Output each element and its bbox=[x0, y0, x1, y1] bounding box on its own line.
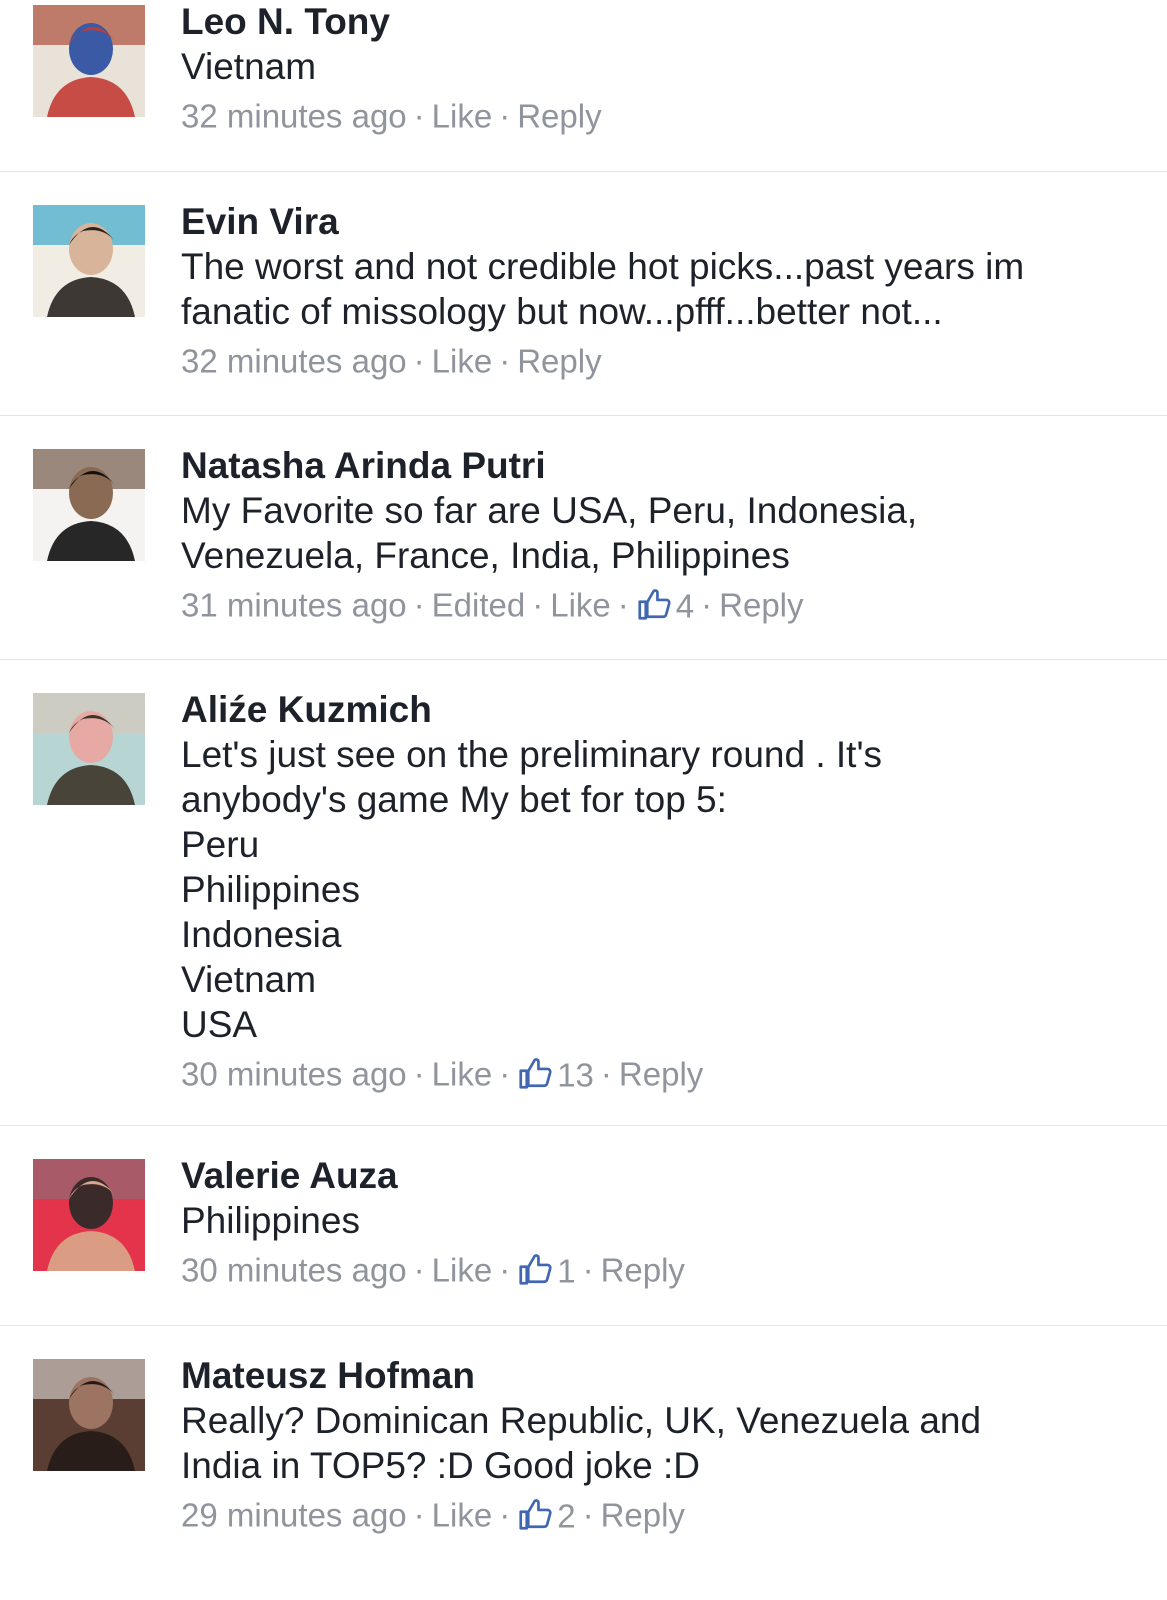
thumbs-up-icon bbox=[519, 1499, 552, 1531]
avatar[interactable] bbox=[33, 1359, 145, 1471]
comment-timestamp[interactable]: 31 minutes ago bbox=[181, 586, 407, 623]
comment-body: Natasha Arinda Putri My Favorite so far a… bbox=[181, 444, 1137, 631]
commenter-name[interactable]: Mateusz Hofman bbox=[181, 1354, 1137, 1398]
comment-body: Valerie Auza Philippines 30 minutes ago · Li… bbox=[181, 1154, 1137, 1296]
like-count[interactable]: 2 bbox=[517, 1495, 576, 1535]
like-link[interactable]: Like bbox=[432, 97, 493, 134]
comment-timestamp[interactable]: 30 minutes ago bbox=[181, 1055, 407, 1092]
avatar[interactable] bbox=[33, 693, 145, 805]
comment-timestamp[interactable]: 29 minutes ago bbox=[181, 1496, 407, 1533]
reply-link[interactable]: Reply bbox=[601, 1251, 685, 1288]
separator-dot: · bbox=[413, 342, 425, 380]
like-count[interactable]: 13 bbox=[517, 1054, 594, 1094]
commenter-name[interactable]: Natasha Arinda Putri bbox=[181, 444, 1137, 488]
reply-link[interactable]: Reply bbox=[601, 1496, 685, 1533]
like-link[interactable]: Like bbox=[432, 1055, 493, 1092]
like-count-value: 1 bbox=[557, 1252, 576, 1290]
reply-link[interactable]: Reply bbox=[619, 1055, 703, 1092]
comment-item: Evin Vira The worst and not credible hot … bbox=[0, 172, 1167, 416]
like-count[interactable]: 4 bbox=[636, 585, 695, 625]
like-link[interactable]: Like bbox=[432, 1496, 493, 1533]
reply-link[interactable]: Reply bbox=[719, 586, 803, 623]
separator-dot: · bbox=[600, 1055, 612, 1093]
separator-dot: · bbox=[582, 1251, 594, 1289]
thumbs-up-icon bbox=[519, 1254, 552, 1286]
comment-body: Aliźe Kuzmich Let's just see on the preli… bbox=[181, 688, 1137, 1100]
comment-list: Leo N. Tony Vietnam 32 minutes ago · Like · Re… bbox=[0, 0, 1167, 1600]
avatar[interactable] bbox=[33, 205, 145, 317]
separator-dot: · bbox=[499, 97, 511, 135]
like-count-value: 4 bbox=[675, 587, 695, 625]
thumbs-up-icon bbox=[638, 589, 671, 621]
like-link[interactable]: Like bbox=[432, 342, 493, 379]
separator-dot: · bbox=[413, 97, 425, 135]
reply-link[interactable]: Reply bbox=[517, 97, 601, 134]
comment-body: Leo N. Tony Vietnam 32 minutes ago · Like · Re… bbox=[181, 0, 1137, 141]
separator-dot: · bbox=[701, 586, 713, 624]
comment-body: Mateusz Hofman Really? Dominican Republic… bbox=[181, 1354, 1137, 1541]
avatar[interactable] bbox=[33, 449, 145, 561]
comment-body: Evin Vira The worst and not credible hot … bbox=[181, 200, 1137, 386]
separator-dot: · bbox=[413, 1055, 425, 1093]
comment-text: Let's just see on the preliminary round … bbox=[181, 734, 883, 1045]
commenter-name[interactable]: Valerie Auza bbox=[181, 1154, 1137, 1198]
commenter-name[interactable]: Evin Vira bbox=[181, 200, 1137, 244]
separator-dot: · bbox=[413, 1496, 425, 1534]
separator-dot: · bbox=[499, 342, 511, 380]
separator-dot: · bbox=[499, 1251, 511, 1289]
separator-dot: · bbox=[617, 586, 629, 624]
comment-meta: 32 minutes ago · Like · Reply bbox=[181, 89, 1137, 141]
comment-text: My Favorite so far are USA, Peru, Indone… bbox=[181, 490, 918, 576]
comment-meta: 30 minutes ago · Like · 13 · Reply bbox=[181, 1047, 1137, 1100]
like-count[interactable]: 1 bbox=[517, 1250, 576, 1290]
comment-meta: 29 minutes ago · Like · 2 · Reply bbox=[181, 1488, 1137, 1541]
comment-item: Mateusz Hofman Really? Dominican Republic… bbox=[0, 1326, 1167, 1600]
comment-item: Valerie Auza Philippines 30 minutes ago · Li… bbox=[0, 1126, 1167, 1326]
comment-text: Vietnam bbox=[181, 46, 317, 87]
like-count-value: 2 bbox=[557, 1497, 576, 1535]
thumbs-up-icon bbox=[519, 1058, 552, 1090]
like-count-value: 13 bbox=[557, 1056, 594, 1094]
comment-item: Leo N. Tony Vietnam 32 minutes ago · Like · Re… bbox=[0, 0, 1167, 172]
separator-dot: · bbox=[413, 1251, 425, 1289]
separator-dot: · bbox=[532, 586, 544, 624]
reply-link[interactable]: Reply bbox=[517, 342, 601, 379]
edited-label[interactable]: Edited bbox=[432, 586, 526, 623]
comment-text: Really? Dominican Republic, UK, Venezuel… bbox=[181, 1400, 982, 1486]
comment-text: The worst and not credible hot picks...p… bbox=[181, 246, 1025, 332]
like-link[interactable]: Like bbox=[432, 1251, 493, 1288]
avatar[interactable] bbox=[33, 1159, 145, 1271]
comment-item: Natasha Arinda Putri My Favorite so far a… bbox=[0, 416, 1167, 660]
separator-dot: · bbox=[413, 586, 425, 624]
like-link[interactable]: Like bbox=[550, 586, 611, 623]
comment-meta: 31 minutes ago · Edited · Like · 4 · Reply bbox=[181, 578, 1137, 631]
commenter-name[interactable]: Aliźe Kuzmich bbox=[181, 688, 1137, 732]
comment-timestamp[interactable]: 30 minutes ago bbox=[181, 1251, 407, 1288]
comment-timestamp[interactable]: 32 minutes ago bbox=[181, 97, 407, 134]
avatar[interactable] bbox=[33, 5, 145, 117]
comment-meta: 30 minutes ago · Like · 1 · Reply bbox=[181, 1243, 1137, 1296]
commenter-name[interactable]: Leo N. Tony bbox=[181, 0, 1137, 44]
comment-text: Philippines bbox=[181, 1200, 360, 1241]
comment-timestamp[interactable]: 32 minutes ago bbox=[181, 342, 407, 379]
separator-dot: · bbox=[499, 1055, 511, 1093]
separator-dot: · bbox=[499, 1496, 511, 1534]
comment-item: Aliźe Kuzmich Let's just see on the preli… bbox=[0, 660, 1167, 1126]
separator-dot: · bbox=[582, 1496, 594, 1534]
comment-meta: 32 minutes ago · Like · Reply bbox=[181, 334, 1137, 386]
